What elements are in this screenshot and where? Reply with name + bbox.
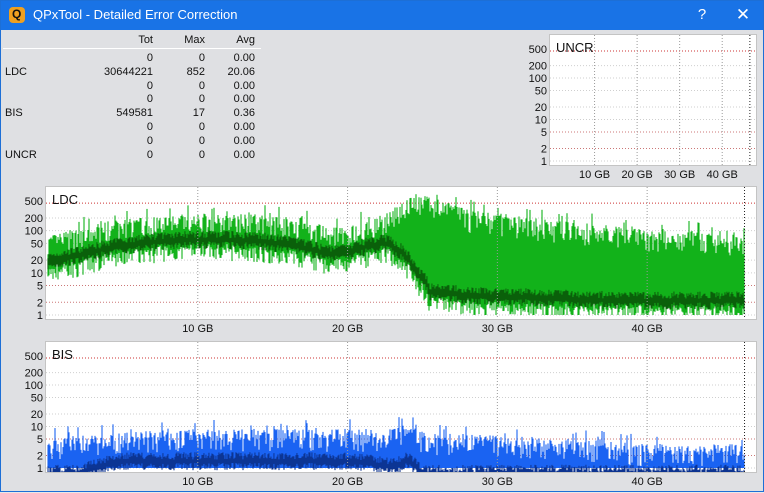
x-tick-label: 30 GB — [482, 476, 513, 488]
x-tick-label: 40 GB — [632, 476, 663, 488]
tot-value: 30644221 — [104, 65, 153, 78]
y-tick-label: 1 — [37, 463, 43, 475]
ldc-plot-panel: LDC — [45, 186, 757, 320]
y-tick-label: 10 — [31, 268, 43, 280]
y-tick-label: 50 — [535, 86, 547, 98]
avg-value: 0.00 — [233, 134, 255, 147]
x-tick-label: 10 GB — [579, 169, 610, 181]
y-tick-label: 50 — [31, 393, 43, 405]
x-tick-label: 20 GB — [332, 323, 363, 335]
x-tick-label: 30 GB — [482, 323, 513, 335]
column-header-avg: Avg — [236, 34, 255, 46]
y-tick-label: 20 — [31, 255, 43, 267]
chart-title: UNCR — [556, 40, 594, 55]
y-tick-label: 200 — [25, 213, 43, 225]
header-divider — [3, 48, 261, 49]
y-tick-label: 500 — [25, 196, 43, 208]
row-label: LDC — [5, 65, 28, 78]
y-tick-label: 50 — [31, 238, 43, 250]
avg-value: 0.00 — [233, 52, 255, 64]
y-tick-label: 500 — [25, 351, 43, 363]
y-tick-label: 5 — [37, 434, 43, 446]
y-tick-label: 100 — [529, 73, 547, 85]
y-tick-label: 20 — [31, 409, 43, 421]
help-button[interactable]: ? — [687, 3, 717, 27]
x-tick-label: 20 GB — [332, 476, 363, 488]
tot-value: 0 — [146, 93, 153, 106]
app-window: Q QPxTool - Detailed Error Correction ? … — [0, 0, 764, 492]
ldc-chart: LDC — [46, 187, 756, 319]
uncr-chart: UNCR — [550, 35, 756, 165]
app-icon: Q — [9, 7, 25, 23]
y-tick-label: 5 — [541, 127, 547, 139]
tot-value: 0 — [146, 148, 153, 161]
row-label: BIS — [5, 107, 23, 120]
y-tick-label: 2 — [37, 451, 43, 463]
x-tick-label: 40 GB — [632, 323, 663, 335]
bis-chart: BIS — [46, 342, 756, 475]
close-button[interactable]: ✕ — [728, 3, 758, 27]
x-tick-label: 20 GB — [622, 169, 653, 181]
y-tick-label: 10 — [31, 422, 43, 434]
y-tick-label: 2 — [541, 144, 547, 156]
x-tick-label: 40 GB — [707, 169, 738, 181]
y-tick-label: 100 — [25, 380, 43, 392]
avg-value: 20.06 — [227, 65, 255, 78]
window-title: QPxTool - Detailed Error Correction — [33, 7, 238, 22]
tot-value: 0 — [146, 134, 153, 147]
chart-title: LDC — [52, 192, 78, 207]
column-header-tot: Tot — [138, 34, 153, 46]
bis-plot-panel: BIS — [45, 341, 757, 475]
tot-value: 0 — [146, 79, 153, 92]
y-tick-label: 20 — [535, 102, 547, 114]
y-tick-label: 200 — [25, 368, 43, 380]
y-tick-label: 200 — [529, 61, 547, 73]
x-tick-label: 10 GB — [182, 476, 213, 488]
tot-value: 0 — [146, 121, 153, 133]
title-bar: Q QPxTool - Detailed Error Correction ? … — [1, 1, 763, 30]
x-tick-label: 10 GB — [182, 323, 213, 335]
y-tick-label: 1 — [541, 156, 547, 168]
tot-value: 549581 — [116, 107, 153, 120]
uncr-plot-panel: UNCR — [549, 34, 757, 166]
avg-value: 0.00 — [233, 121, 255, 133]
row-label: UNCR — [5, 148, 37, 161]
avg-value: 0.36 — [233, 107, 255, 120]
y-tick-label: 100 — [25, 226, 43, 238]
y-tick-label: 2 — [37, 297, 43, 309]
chart-title: BIS — [52, 347, 73, 362]
y-tick-label: 10 — [535, 115, 547, 127]
x-tick-label: 30 GB — [664, 169, 695, 181]
avg-value: 0.00 — [233, 148, 255, 161]
avg-value: 0.00 — [233, 79, 255, 92]
y-tick-label: 1 — [37, 310, 43, 322]
tot-value: 0 — [146, 52, 153, 64]
stats-table: Tot Max Avg 0 0 0.00 LDC 30644221 852 20.06 0 0 0… — [3, 31, 261, 165]
y-tick-label: 500 — [529, 44, 547, 56]
avg-value: 0.00 — [233, 93, 255, 106]
y-tick-label: 5 — [37, 281, 43, 293]
